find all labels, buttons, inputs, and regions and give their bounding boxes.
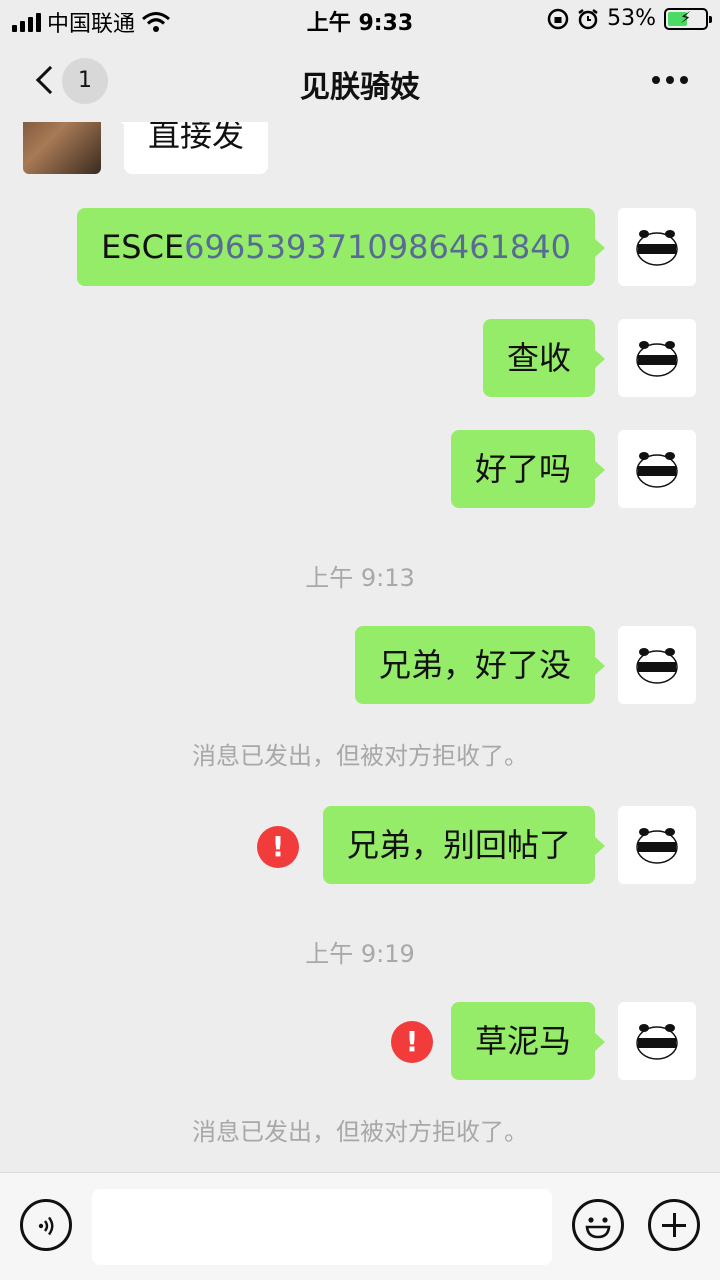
status-bar: 中国联通 上午 9:33 53% ⚡: [0, 0, 720, 40]
message-bubble-outgoing[interactable]: 查收: [482, 319, 606, 397]
message-bubble-outgoing[interactable]: 草泥马: [450, 1002, 606, 1080]
rejected-notice: 消息已发出，但被对方拒收了。: [192, 1118, 528, 1146]
contact-avatar[interactable]: [23, 122, 101, 174]
panda-avatar-icon: [636, 341, 678, 377]
my-avatar[interactable]: [618, 208, 696, 286]
message-bubble-incoming[interactable]: 直接发: [113, 122, 269, 174]
message-input[interactable]: [92, 1189, 552, 1265]
input-bar: [0, 1172, 720, 1280]
my-avatar[interactable]: [618, 626, 696, 704]
nav-bar: 1 见朕骑妓: [0, 40, 720, 122]
panda-avatar-icon: [636, 452, 678, 488]
voice-button[interactable]: [20, 1199, 72, 1251]
alarm-icon: [578, 8, 598, 29]
send-failed-icon[interactable]: !: [391, 1021, 433, 1063]
chat-title: 见朕骑妓: [300, 70, 420, 105]
panda-avatar-icon: [636, 230, 678, 266]
more-functions-button[interactable]: [648, 1199, 700, 1251]
panda-avatar-icon: [636, 828, 678, 864]
message-bubble-outgoing[interactable]: 兄弟，好了没: [354, 626, 606, 704]
message-bubble-outgoing[interactable]: ESCE6965393710986461840: [77, 208, 605, 286]
my-avatar[interactable]: [618, 430, 696, 508]
rejected-notice: 消息已发出，但被对方拒收了。: [192, 742, 528, 770]
rotation-lock-icon: [547, 8, 569, 29]
panda-avatar-icon: [636, 648, 678, 684]
emoji-button[interactable]: [572, 1199, 624, 1251]
status-right: 53% ⚡: [547, 6, 712, 31]
smiley-icon: [585, 1217, 611, 1239]
dot-icon: [680, 76, 688, 84]
my-avatar[interactable]: [618, 806, 696, 884]
my-avatar[interactable]: [618, 1002, 696, 1080]
voice-icon: [38, 1216, 54, 1236]
message-text: ESCE: [101, 228, 185, 266]
panda-avatar-icon: [636, 1024, 678, 1060]
message-bubble-outgoing[interactable]: 兄弟，别回帖了: [322, 806, 606, 884]
dot-icon: [666, 76, 674, 84]
charging-bolt-icon: ⚡: [680, 7, 692, 27]
message-bubble-outgoing[interactable]: 好了吗: [450, 430, 606, 508]
timestamp: 上午 9:19: [305, 940, 415, 968]
my-avatar[interactable]: [618, 319, 696, 397]
timestamp: 上午 9:13: [305, 564, 415, 592]
battery-percent: 53%: [607, 6, 656, 31]
dot-icon: [652, 76, 660, 84]
battery-icon: ⚡: [664, 7, 712, 30]
chat-area[interactable]: 直接发 ESCE6965393710986461840 查收 好了吗 上午 9:…: [0, 122, 720, 1172]
phone-number-link[interactable]: 6965393710986461840: [184, 228, 571, 266]
send-failed-icon[interactable]: !: [257, 826, 299, 868]
more-button[interactable]: [652, 76, 688, 84]
